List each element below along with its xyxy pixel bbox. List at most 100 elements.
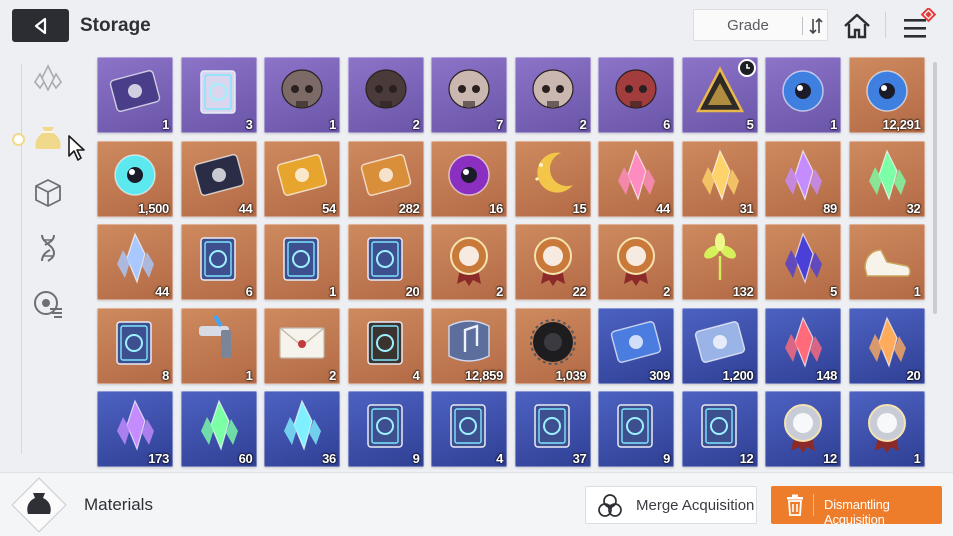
item-slot[interactable]: 12	[681, 391, 758, 467]
skill-book-x-icon	[199, 237, 236, 281]
blue-orb-creature-icon	[865, 70, 908, 112]
item-slot[interactable]: 1	[848, 224, 925, 300]
medal-sword-icon	[533, 237, 572, 286]
merge-acquisition-button[interactable]: Merge Acquisition	[585, 486, 757, 524]
item-slot[interactable]: 9	[347, 391, 424, 467]
item-count: 36	[322, 451, 336, 466]
item-slot[interactable]: 5	[681, 57, 758, 133]
item-slot[interactable]: 60	[180, 391, 257, 467]
item-slot[interactable]: 132	[681, 224, 758, 300]
item-count: 2	[329, 367, 336, 383]
item-slot[interactable]: 44	[180, 140, 257, 217]
item-slot[interactable]: 16	[431, 140, 507, 217]
item-count: 4	[412, 367, 420, 383]
mech-head-icon	[281, 69, 323, 109]
merge-acquisition-label: Merge Acquisition	[636, 497, 755, 514]
mouse-cursor-icon	[68, 135, 85, 161]
item-slot[interactable]: 2	[598, 224, 674, 300]
item-slot[interactable]: 4	[431, 391, 507, 467]
item-slot[interactable]: 1,039	[514, 307, 591, 384]
item-slot[interactable]: 20	[848, 307, 925, 384]
item-slot[interactable]: 309	[598, 307, 674, 384]
item-count: 12	[823, 451, 837, 466]
purple-eye-orb-icon	[448, 153, 490, 196]
silver-ticket-icon	[694, 320, 745, 363]
item-slot[interactable]: 12	[765, 391, 841, 467]
rainbow-ticket-icon	[360, 153, 411, 196]
grade-sort-dropdown[interactable]: Grade	[693, 9, 828, 41]
item-slot[interactable]: 54	[264, 140, 340, 217]
item-slot[interactable]: 44	[97, 224, 173, 300]
blue-book-ring-icon	[700, 404, 737, 448]
item-slot[interactable]: 148	[765, 307, 841, 384]
spray-gun-icon	[198, 314, 231, 358]
item-count: 5	[830, 284, 837, 299]
item-slot[interactable]: 2	[347, 57, 424, 133]
music-scroll-icon	[448, 319, 490, 362]
monster-skull-icon	[448, 69, 490, 109]
section-label: Materials	[84, 495, 153, 514]
blueprint-book-icon	[199, 70, 236, 114]
crystal-category[interactable]	[28, 58, 68, 98]
item-slot[interactable]: 6	[598, 57, 674, 133]
sidebar-line	[21, 64, 22, 454]
cube-category[interactable]	[28, 173, 68, 213]
sort-arrows-icon[interactable]	[807, 16, 825, 36]
grid-scrollbar[interactable]	[933, 62, 937, 314]
item-slot[interactable]: 1	[765, 57, 841, 133]
item-slot[interactable]: 1	[264, 224, 340, 300]
item-count: 44	[155, 284, 169, 299]
module-category[interactable]	[28, 284, 68, 324]
item-slot[interactable]: 2	[514, 57, 591, 133]
item-slot[interactable]: 1	[180, 307, 257, 384]
hamburger-menu-icon[interactable]	[898, 8, 938, 44]
back-button[interactable]	[12, 9, 69, 42]
item-slot[interactable]: 2	[431, 224, 507, 300]
cube-icon	[35, 179, 61, 207]
item-slot[interactable]: 32	[848, 140, 925, 217]
item-count: 1,500	[137, 200, 169, 216]
item-slot[interactable]: 2	[264, 307, 340, 384]
item-count: 132	[732, 284, 754, 299]
item-slot[interactable]: 3	[180, 57, 257, 133]
item-slot[interactable]: 1	[97, 57, 173, 133]
crystal-icon	[34, 64, 62, 92]
item-slot[interactable]: 1	[264, 57, 340, 133]
skill-book-ring-icon	[366, 237, 403, 281]
dismantling-acquisition-button[interactable]: Dismantling Acquisition	[771, 486, 942, 527]
item-slot[interactable]: 4	[347, 307, 424, 384]
item-count: 7	[496, 117, 503, 132]
item-slot[interactable]: 6	[180, 224, 257, 300]
item-slot[interactable]: 1,200	[681, 307, 758, 384]
flesh-head-icon	[531, 69, 574, 109]
item-count: 2	[579, 117, 587, 132]
item-count: 282	[398, 200, 420, 216]
materials-category[interactable]	[12, 118, 68, 158]
home-icon[interactable]	[841, 10, 873, 42]
dna-category[interactable]	[28, 228, 68, 268]
item-slot[interactable]: 37	[514, 391, 591, 467]
item-slot[interactable]: 7	[431, 57, 507, 133]
item-slot[interactable]: 44	[598, 140, 674, 217]
item-slot[interactable]: 173	[97, 391, 173, 467]
item-slot[interactable]: 282	[347, 140, 424, 217]
item-slot[interactable]: 5	[765, 224, 841, 300]
dismantling-acquisition-label: Dismantling Acquisition	[824, 497, 890, 527]
item-slot[interactable]: 22	[514, 224, 591, 300]
item-slot[interactable]: 15	[514, 140, 591, 217]
trash-icon	[787, 494, 803, 516]
item-slot[interactable]: 89	[765, 140, 841, 217]
item-slot[interactable]: 1	[848, 391, 925, 467]
item-slot[interactable]: 12,859	[431, 307, 507, 384]
item-slot[interactable]: 8	[97, 307, 173, 384]
item-slot[interactable]: 31	[681, 140, 758, 217]
item-slot[interactable]: 12,291	[848, 57, 925, 133]
item-slot[interactable]: 9	[598, 391, 674, 467]
item-count: 31	[739, 200, 754, 216]
item-slot[interactable]: 1,500	[97, 140, 173, 217]
item-slot[interactable]: 20	[347, 224, 424, 300]
cyan-sphere-icon	[114, 153, 156, 196]
item-slot[interactable]: 36	[264, 391, 340, 467]
red-organ-icon	[615, 69, 657, 109]
dna-icon	[41, 234, 56, 262]
